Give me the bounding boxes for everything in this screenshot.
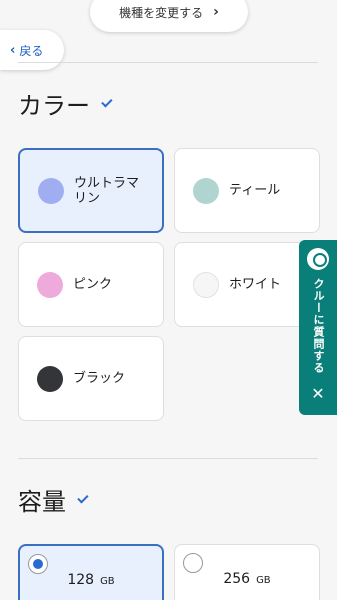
- radio-unselected-icon[interactable]: [183, 553, 203, 573]
- chevron-right-icon: ›: [213, 4, 219, 20]
- color-option-label: ティール: [229, 183, 281, 198]
- capacity-unit: GB: [256, 575, 271, 586]
- divider: [18, 62, 318, 63]
- color-option-label: ピンク: [73, 277, 113, 292]
- color-option-ultramarine[interactable]: ウルトラマ リン: [18, 148, 164, 233]
- close-icon[interactable]: ✕: [311, 384, 324, 403]
- color-option-teal[interactable]: ティール: [174, 148, 320, 233]
- label-line-2: リン: [74, 190, 101, 206]
- radio-selected-icon[interactable]: [28, 554, 48, 574]
- capacity-value: 256: [223, 571, 251, 587]
- storage-option-128[interactable]: 128 GB: [18, 544, 164, 600]
- storage-section-title: 容量: [18, 482, 90, 517]
- back-label: 戻る: [19, 43, 44, 58]
- color-swatch: [37, 365, 63, 392]
- chevron-left-icon: ‹: [10, 42, 16, 58]
- ask-crew-tab[interactable]: クルーに質問する ✕: [299, 240, 337, 415]
- color-option-label: ウルトラマ リン: [74, 176, 139, 206]
- color-swatch: [193, 271, 219, 298]
- color-section-title: カラー: [18, 86, 114, 121]
- capacity-unit: GB: [100, 576, 115, 587]
- change-model-label: 機種を変更する: [119, 5, 204, 20]
- back-button[interactable]: ‹ 戻る: [0, 30, 64, 70]
- capacity-text: 256 GB: [175, 571, 319, 587]
- color-swatch: [37, 271, 63, 298]
- divider: [18, 458, 318, 459]
- color-option-label: ブラック: [73, 371, 126, 386]
- check-icon: [77, 491, 89, 504]
- label-line-1: ウルトラマ: [74, 175, 140, 191]
- crew-avatar-icon: [307, 248, 329, 270]
- color-swatch: [193, 177, 219, 204]
- color-title-text: カラー: [18, 92, 90, 120]
- check-icon: [101, 95, 113, 108]
- color-option-label: ホワイト: [229, 277, 282, 292]
- color-swatch: [38, 177, 64, 204]
- ask-crew-label: クルーに質問する: [312, 278, 325, 374]
- storage-title-text: 容量: [18, 488, 66, 516]
- capacity-text: 128 GB: [20, 572, 162, 588]
- storage-option-256[interactable]: 256 GB: [174, 544, 320, 600]
- change-model-button[interactable]: 機種を変更する ›: [90, 0, 248, 32]
- capacity-value: 128: [67, 572, 95, 588]
- color-option-black[interactable]: ブラック: [18, 336, 164, 421]
- color-option-pink[interactable]: ピンク: [18, 242, 164, 327]
